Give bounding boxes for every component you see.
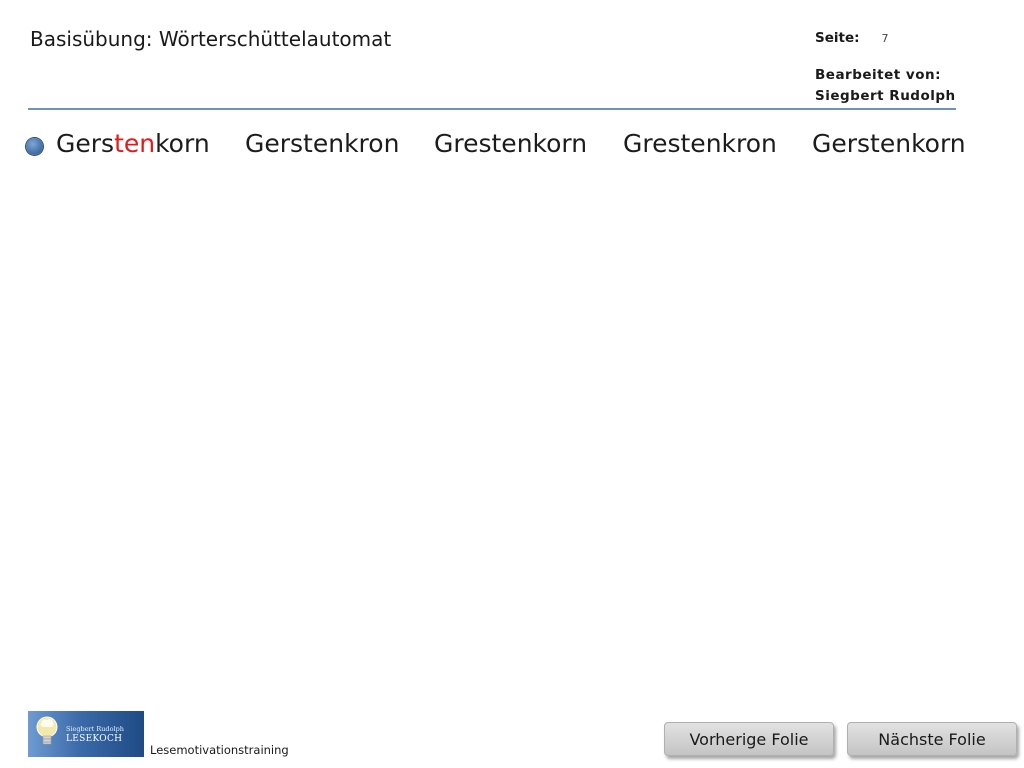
- course-label: Lesemotivationstraining: [150, 743, 289, 757]
- page-label: Seite:: [815, 30, 860, 46]
- header-divider: [28, 108, 956, 110]
- word-item: Grestenkorn: [434, 129, 587, 158]
- logo-author: Siegbert Rudolph: [66, 725, 124, 733]
- slide-meta: Seite: 7 Bearbeitet von: Siegbert Rudolp…: [815, 28, 956, 107]
- word-part: Gerstenkorn: [812, 129, 966, 158]
- edited-by-label: Bearbeitet von:: [815, 67, 942, 83]
- previous-slide-button[interactable]: Vorherige Folie: [664, 722, 834, 756]
- lightbulb-icon: [36, 716, 58, 745]
- next-slide-button[interactable]: Nächste Folie: [847, 722, 1017, 756]
- word-item: Grestenkron: [623, 129, 777, 158]
- word-part: Grestenkron: [623, 129, 777, 158]
- word-part: korn: [155, 129, 210, 158]
- edited-by-name: Siegbert Rudolph: [815, 88, 956, 104]
- word-part: Grestenkorn: [434, 129, 588, 158]
- leselkoch-logo: Siegbert Rudolph LESEKOCH: [28, 711, 144, 757]
- word-part: Gers: [56, 129, 115, 158]
- logo-brand: LESEKOCH: [66, 734, 123, 744]
- word-part: Gerstenkron: [245, 129, 400, 158]
- word-item: Gerstenkorn: [56, 129, 210, 158]
- word-item: Gerstenkorn: [812, 129, 966, 158]
- word-highlight: ten: [114, 129, 156, 158]
- page-number: 7: [881, 32, 889, 45]
- page-title: Basisübung: Wörterschüttelautomat: [30, 27, 392, 51]
- word-item: Gerstenkron: [245, 129, 399, 158]
- bullet-icon: [26, 138, 43, 155]
